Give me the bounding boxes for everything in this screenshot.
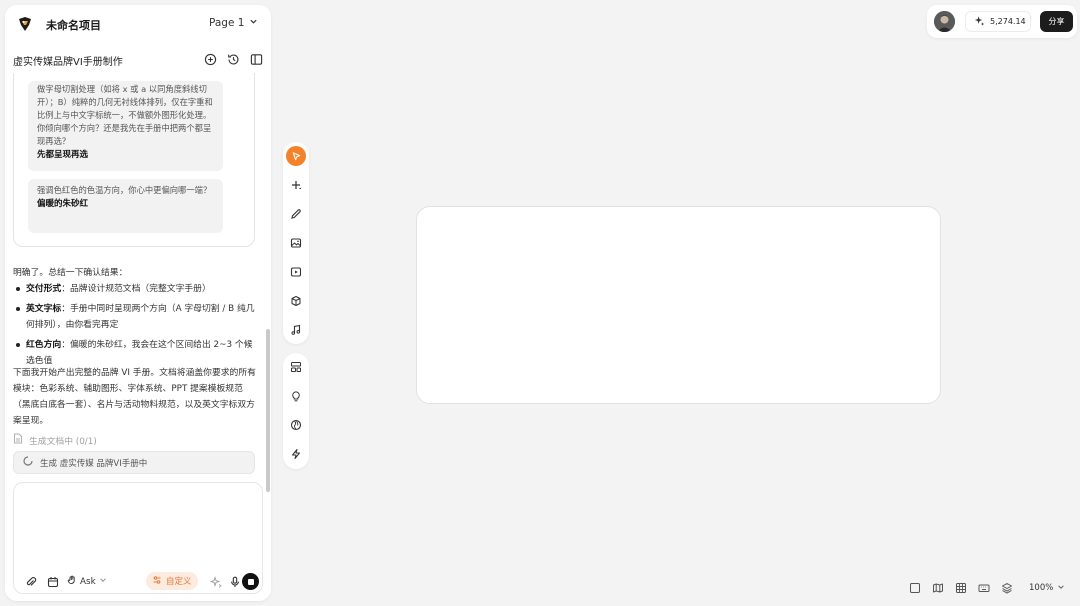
qa-answer: 先都呈现再选 (37, 150, 89, 160)
canvas-toolbar (283, 142, 309, 344)
hand-icon (67, 575, 77, 588)
template-icon[interactable] (46, 575, 60, 589)
page-selector[interactable]: Page 1 (209, 17, 258, 29)
music-icon (291, 324, 301, 335)
qa-question: 做字母切割处理（如将 x 或 a 以同角度斜线切开）；B）纯粹的几何无衬线体排列… (37, 84, 213, 146)
idea-tool-button[interactable] (286, 386, 306, 406)
page-selector-label: Page 1 (209, 17, 245, 29)
qa-item: 强调色红色的色温方向，你心中更偏向哪一端？ 偏暖的朱砂红 (28, 179, 223, 233)
list-item: 交付形式：品牌设计规范文档（完整文字手册） (13, 281, 259, 297)
cube-icon (291, 296, 301, 306)
summary-list: 交付形式：品牌设计规范文档（完整文字手册） 英文字标：手册中同时呈现两个方向（A… (13, 281, 259, 373)
top-right-bar: 5,274.14 分享 (927, 5, 1077, 38)
keyboard-icon[interactable] (977, 581, 991, 595)
document-header: 虚实传媒品牌VI手册制作 (5, 43, 271, 73)
custom-chip-label: 自定义 (166, 577, 192, 587)
document-icon (13, 433, 23, 447)
app-logo-icon[interactable] (17, 16, 33, 32)
bottom-toolbar: 100% (908, 579, 1065, 597)
summary-intro: 明确了。总结一下确认结果： (13, 268, 128, 278)
layout-tool-button[interactable] (286, 357, 306, 377)
qa-question: 强调色红色的色温方向，你心中更偏向哪一端？ (37, 185, 212, 195)
add-tool-button[interactable] (286, 175, 306, 195)
sparkle-icon[interactable] (209, 575, 223, 589)
share-button[interactable]: 分享 (1040, 11, 1073, 32)
document-title: 虚实传媒品牌VI手册制作 (13, 57, 123, 68)
select-tool-button[interactable] (286, 146, 306, 166)
layers-icon[interactable] (1000, 581, 1014, 595)
generation-task[interactable]: 生成 虚实传媒 品牌VI手册中 (13, 451, 255, 474)
bullet-text: ：手册中同时呈现两个方向（A 字母切割 / B 纯几何排列），由你看完再定 (26, 304, 255, 330)
chat-panel: 未命名项目 Page 1 虚实传媒品牌VI手册制作 做字母切割处理（如将 x 或… (5, 5, 271, 601)
chevron-down-icon (1057, 583, 1065, 594)
checkbox-icon[interactable] (908, 581, 922, 595)
attach-icon[interactable] (24, 575, 38, 589)
chevron-down-icon (99, 576, 107, 587)
generation-status: 生成文档中 (0/1) (13, 433, 97, 447)
lightning-icon (292, 449, 300, 459)
pen-tool-button[interactable] (286, 204, 306, 224)
video-icon (290, 267, 302, 277)
bullet-label: 英文字标 (26, 304, 62, 314)
mode-label: Ask (80, 576, 96, 587)
chat-scrollbar[interactable] (266, 329, 270, 492)
qa-answer: 偏暖的朱砂红 (37, 199, 89, 209)
mode-selector[interactable]: Ask (67, 575, 107, 588)
avatar[interactable] (934, 11, 955, 32)
generation-status-text: 生成文档中 (0/1) (29, 436, 97, 447)
project-header: 未命名项目 Page 1 (5, 5, 271, 43)
zoom-control[interactable]: 100% (1029, 583, 1065, 594)
3d-tool-button[interactable] (286, 291, 306, 311)
map-icon[interactable] (931, 581, 945, 595)
canvas-frame[interactable] (416, 206, 941, 404)
plan-message: 下面我开始产出完整的品牌 VI 手册。文档将涵盖你要求的所有模块：色彩系统、辅助… (13, 368, 256, 426)
input-toolbar: Ask 自定义 (14, 572, 264, 592)
list-item: 英文字标：手册中同时呈现两个方向（A 字母切割 / B 纯几何排列），由你看完再… (13, 301, 259, 333)
custom-icon (152, 575, 162, 588)
qa-item: 做字母切割处理（如将 x 或 a 以同角度斜线切开）；B）纯粹的几何无衬线体排列… (28, 81, 223, 171)
plus-icon (292, 181, 301, 189)
new-chat-icon[interactable] (203, 52, 217, 66)
credits-value: 5,274.14 (990, 17, 1026, 26)
stop-icon (247, 578, 254, 585)
grid-icon[interactable] (954, 581, 968, 595)
generation-task-text: 生成 虚实传媒 品牌VI手册中 (40, 458, 148, 469)
project-name[interactable]: 未命名项目 (46, 17, 101, 33)
sidebar-toggle-icon[interactable] (249, 52, 263, 66)
cursor-icon (292, 151, 300, 160)
sparkle-icon (974, 15, 985, 28)
history-icon[interactable] (226, 52, 240, 66)
zoom-value: 100% (1029, 583, 1054, 593)
image-icon (290, 238, 302, 248)
bullet-label: 交付形式 (26, 284, 62, 294)
credits-badge[interactable]: 5,274.14 (965, 11, 1031, 32)
microphone-icon[interactable] (228, 575, 242, 589)
chat-messages[interactable]: 做字母切割处理（如将 x 或 a 以同角度斜线切开）；B）纯粹的几何无衬线体排列… (5, 73, 271, 483)
bullet-text: ：品牌设计规范文档（完整文字手册） (61, 284, 211, 294)
quick-action-button[interactable] (286, 444, 306, 464)
globe-tool-button[interactable] (286, 415, 306, 435)
globe-icon (290, 419, 302, 431)
stop-generation-button[interactable] (242, 573, 259, 590)
chat-input-box: Ask 自定义 (13, 482, 263, 594)
canvas-toolbar-secondary (283, 353, 309, 469)
audio-tool-button[interactable] (286, 320, 306, 340)
layout-icon (291, 362, 301, 372)
image-tool-button[interactable] (286, 233, 306, 253)
video-tool-button[interactable] (286, 262, 306, 282)
lightbulb-icon (292, 391, 300, 402)
pen-icon (291, 209, 301, 219)
spinner-icon (23, 456, 33, 469)
bullet-label: 红色方向 (26, 340, 62, 350)
chevron-down-icon (249, 17, 258, 29)
chat-input[interactable] (22, 491, 254, 561)
custom-chip-button[interactable]: 自定义 (146, 572, 198, 590)
